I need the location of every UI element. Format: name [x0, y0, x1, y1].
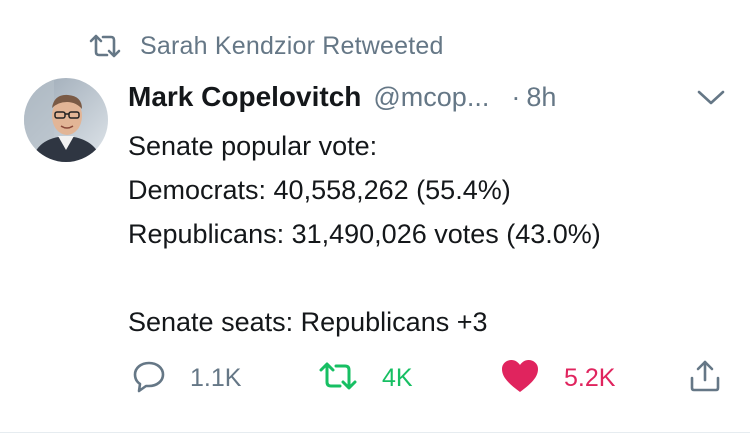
retweet-icon	[318, 361, 358, 396]
author-name[interactable]: Mark Copelovitch	[128, 81, 361, 113]
share-icon	[688, 359, 722, 398]
tweet-line: Senate popular vote:	[128, 131, 378, 161]
retweet-button[interactable]: 4K	[318, 356, 413, 400]
tweet-line: Senate seats: Republicans +3	[128, 307, 488, 337]
reply-button[interactable]: 1.1K	[132, 356, 241, 400]
separator-dot: ·	[511, 81, 521, 112]
tweet-line	[128, 256, 738, 300]
tweet-timestamp[interactable]: 8h	[526, 82, 556, 113]
chevron-down-icon[interactable]	[696, 82, 726, 112]
tweet-line: Republicans: 31,490,026 votes (43.0%)	[128, 219, 601, 249]
tweet-line: Democrats: 40,558,262 (55.4%)	[128, 175, 511, 205]
tweet-body: Senate popular vote: Democrats: 40,558,2…	[128, 124, 738, 344]
retweet-context: Sarah Kendzior Retweeted	[88, 30, 444, 62]
share-button[interactable]	[688, 356, 722, 400]
reply-icon	[132, 359, 166, 398]
like-count: 5.2K	[564, 363, 616, 392]
retweet-count: 4K	[382, 363, 413, 392]
author-handle[interactable]: @mcop...	[373, 82, 489, 113]
tweet-actions: 1.1K 4K 5.2K	[128, 356, 738, 400]
avatar[interactable]	[24, 78, 108, 162]
heart-icon	[500, 358, 540, 399]
reply-count: 1.1K	[190, 363, 242, 392]
like-button[interactable]: 5.2K	[500, 356, 615, 400]
retweet-icon	[88, 34, 122, 58]
retweet-context-label[interactable]: Sarah Kendzior Retweeted	[140, 32, 444, 61]
tweet-header: Mark Copelovitch @mcop... · 8h	[128, 78, 728, 116]
divider	[0, 432, 750, 433]
